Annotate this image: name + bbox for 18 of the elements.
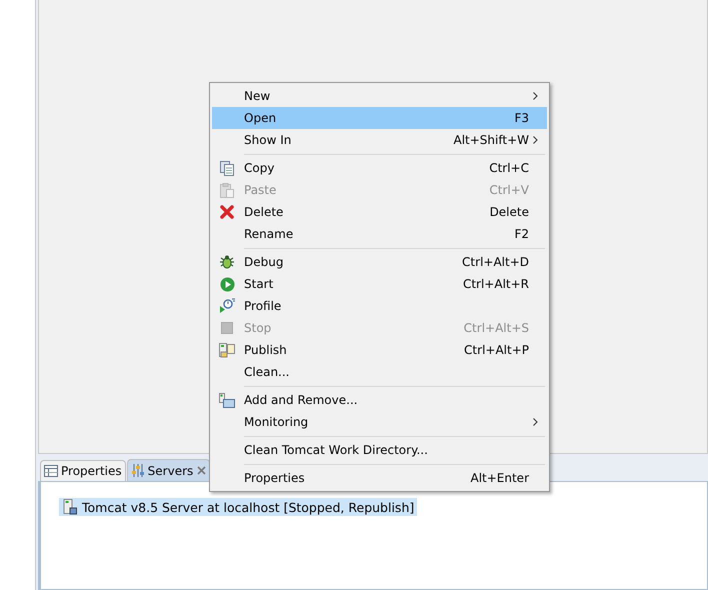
view-tab[interactable]: Properties xyxy=(40,460,126,481)
menu-item[interactable]: Properties Alt+Enter xyxy=(212,467,547,489)
menu-item[interactable]: Clean Tomcat Work Directory... xyxy=(212,439,547,461)
menu-item[interactable]: New xyxy=(212,85,547,107)
menu-item[interactable]: Rename F2 xyxy=(212,223,547,245)
menu-item[interactable]: Clean... xyxy=(212,361,547,383)
menu-item[interactable]: Add and Remove... xyxy=(212,389,547,411)
menu-item[interactable]: Publish Ctrl+Alt+P xyxy=(212,339,547,361)
menu-item[interactable]: Delete Delete xyxy=(212,201,547,223)
view-tab[interactable]: Servers xyxy=(126,459,210,481)
menu-item[interactable]: Copy Ctrl+C xyxy=(212,157,547,179)
menu-item[interactable]: Profile xyxy=(212,295,547,317)
server-row[interactable]: Tomcat v8.5 Server at localhost [Stopped, Republish] xyxy=(59,498,418,516)
menu-item[interactable]: Show In Alt+Shift+W xyxy=(212,129,547,151)
menu-item[interactable]: Start Ctrl+Alt+R xyxy=(212,273,547,295)
menu-item[interactable]: Debug Ctrl+Alt+D xyxy=(212,251,547,273)
menu-item[interactable]: Monitoring xyxy=(212,411,547,433)
menu-item[interactable]: Open F3 xyxy=(212,107,547,129)
